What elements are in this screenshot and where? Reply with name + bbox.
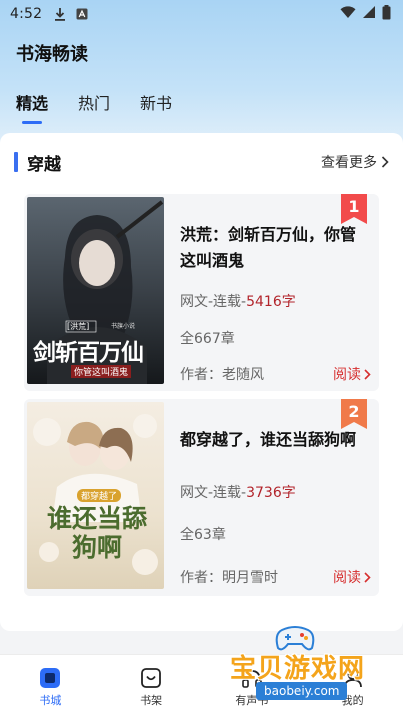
nav-audiobook[interactable]: 有声书 <box>217 655 287 708</box>
read-button[interactable]: 阅读 <box>333 567 371 587</box>
tab-featured[interactable]: 精选 <box>16 90 48 124</box>
section-header: 穿越 查看更多 <box>14 150 389 175</box>
book-word-count: 5416字 <box>246 294 296 310</box>
battery-icon <box>382 4 391 24</box>
nav-bookstore[interactable]: 书城 <box>15 655 85 708</box>
read-label: 阅读 <box>333 570 361 586</box>
bookshelf-icon <box>141 668 162 688</box>
book-genre: 网文-连载- <box>180 485 247 501</box>
book-genre: 网文-连载- <box>180 294 247 310</box>
book-author: 作者：明月雪时 <box>180 570 278 586</box>
tab-popular[interactable]: 热门 <box>78 90 110 114</box>
cover-tag: 都穿越了 <box>77 489 122 502</box>
author-row: 作者：明月雪时 阅读 <box>180 567 371 587</box>
nav-label: 书架 <box>140 694 163 707</box>
nav-label: 有声书 <box>235 694 269 707</box>
chevron-right-icon <box>364 571 371 583</box>
book-chapters: 全667章 <box>180 331 235 347</box>
wifi-icon <box>340 5 356 23</box>
nav-bookshelf[interactable]: 书架 <box>116 655 186 708</box>
nav-label: 书城 <box>39 694 62 707</box>
rank-number: 1 <box>348 197 360 216</box>
book-meta: 网文-连载-5416字 <box>180 291 296 311</box>
category-tabs: 精选 热门 新书 <box>16 90 172 124</box>
see-more-link[interactable]: 查看更多 <box>321 152 389 172</box>
cover-tag: [洪荒] <box>67 322 90 331</box>
cover-main-text: 谁还当舔狗啊 <box>35 504 159 562</box>
see-more-label: 查看更多 <box>321 155 377 171</box>
rank-number: 2 <box>348 402 360 421</box>
app-notification-icon <box>76 8 88 20</box>
book-card[interactable]: [洪荒] 书旗小说 剑斩百万仙 你管这叫酒鬼 洪荒：剑斩百万仙，你管这叫酒鬼 网… <box>24 194 379 391</box>
cover-sub-text: 你管这叫酒鬼 <box>71 365 132 378</box>
book-cover[interactable]: 都穿越了 谁还当舔狗啊 <box>27 402 164 589</box>
section-title: 穿越 <box>27 154 61 175</box>
author-row: 作者：老随风 阅读 <box>180 364 371 384</box>
bookstore-icon <box>40 668 61 688</box>
book-word-count: 3736字 <box>246 485 296 501</box>
cover-title: 谁还当舔狗啊 <box>46 504 147 562</box>
book-card[interactable]: 都穿越了 谁还当舔狗啊 都穿越了，谁还当舔狗啊 网文-连载-3736字 全63章… <box>24 399 379 596</box>
bottom-nav: 书城 书架 有声书 我的 <box>0 654 403 716</box>
status-bar: 4:52 <box>0 0 403 28</box>
read-button[interactable]: 阅读 <box>333 364 371 384</box>
nav-profile[interactable]: 我的 <box>318 655 388 708</box>
nav-label: 我的 <box>341 694 364 707</box>
book-title[interactable]: 洪荒：剑斩百万仙，你管这叫酒鬼 <box>180 222 370 274</box>
read-label: 阅读 <box>333 367 361 383</box>
download-icon <box>54 7 66 21</box>
book-title[interactable]: 都穿越了，谁还当舔狗啊 <box>180 427 370 453</box>
tab-new-books[interactable]: 新书 <box>140 90 172 114</box>
chevron-right-icon <box>364 368 371 380</box>
book-author: 作者：老随风 <box>180 367 264 383</box>
book-chapters: 全63章 <box>180 527 226 543</box>
rank-badge: 1 <box>341 194 367 224</box>
cover-main-text: 剑斩百万仙 <box>33 339 144 366</box>
book-cover[interactable]: [洪荒] 书旗小说 剑斩百万仙 你管这叫酒鬼 <box>27 197 164 384</box>
cover-brand: 书旗小说 <box>111 323 136 330</box>
section-accent-bar <box>14 152 18 172</box>
chevron-right-icon <box>381 156 389 168</box>
rank-badge: 2 <box>341 399 367 429</box>
status-time: 4:52 <box>10 6 43 22</box>
signal-icon <box>362 5 376 23</box>
book-meta: 网文-连载-3736字 <box>180 482 296 502</box>
audiobook-icon <box>242 670 262 688</box>
profile-icon <box>343 669 362 688</box>
app-title: 书海畅读 <box>16 44 88 65</box>
